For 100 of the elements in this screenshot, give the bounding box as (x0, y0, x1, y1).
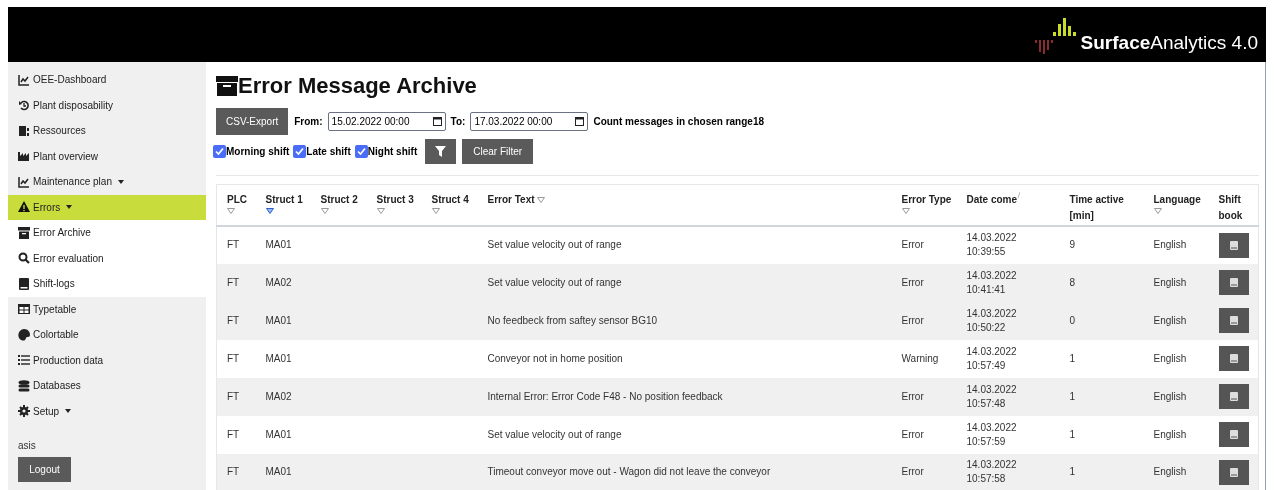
sidebar-item[interactable]: Typetable (8, 296, 206, 322)
checkbox-label: Night shift (367, 145, 418, 159)
table-cell-text: 14.03.2022 10:57:48 (966, 382, 1018, 411)
table-cell: MA01 (265, 428, 292, 440)
table-cell: Error (901, 314, 924, 326)
sidebar-item[interactable]: Ressources (8, 118, 206, 144)
filter-icon[interactable] (536, 197, 545, 203)
sidebar-item[interactable]: OEE-Dashboard (8, 67, 206, 93)
column-header: Struct 1 (265, 194, 303, 205)
table-cell: English (1153, 352, 1187, 364)
page-title: Error Message Archive (238, 75, 477, 97)
table-cell: MA01 (265, 239, 292, 250)
table-cell: Set value velocity out of range (487, 428, 622, 440)
table-cell-text: 14.03.2022 10:39:55 (966, 231, 1018, 259)
filter-icon[interactable] (320, 208, 329, 214)
table-cell: Error (901, 428, 924, 440)
table-cell-text: 14.03.2022 10:57:58 (966, 458, 1018, 487)
table-cell: English (1153, 239, 1187, 250)
filter-icon[interactable] (901, 208, 910, 214)
table-cell: MA02 (265, 390, 292, 402)
shift-book-button[interactable] (1218, 422, 1249, 447)
sidebar-item[interactable]: Maintenance plan (8, 169, 206, 195)
to-date-field[interactable]: 17.03.2022 00:00 (470, 112, 589, 131)
book-icon (1229, 240, 1238, 250)
search-icon (18, 252, 30, 265)
column-header: Time active [min] (1069, 194, 1124, 221)
factory-icon (18, 150, 30, 163)
table-cell: English (1153, 314, 1187, 326)
filter-icon[interactable] (265, 208, 274, 214)
filter-icon[interactable] (1153, 208, 1162, 214)
user-name: asis (18, 439, 37, 453)
table-cell: MA01 (265, 352, 292, 364)
table-cell: MA01 (265, 314, 292, 326)
table-cell: Timeout conveyor move out - Wagon did not leave the conveyor (487, 466, 771, 478)
table-cell: MA01 (265, 466, 292, 478)
table-cell-text: 14.03.2022 10:41:41 (966, 268, 1018, 297)
calendar-icon (432, 117, 442, 126)
sidebar-item[interactable]: Production data (8, 347, 206, 373)
column-header: Shift book (1218, 194, 1243, 221)
logo-icon (1034, 15, 1079, 54)
table-cell: Internal Error: Error Code F48 - No position feedback (487, 390, 723, 402)
sidebar-item[interactable]: Databases (8, 373, 206, 399)
list-icon (18, 354, 30, 367)
filter-icon[interactable] (431, 208, 440, 214)
checkbox-label: Late shift (306, 145, 351, 159)
column-header: Struct 2 (320, 194, 358, 205)
table-cell: Set value velocity out of range (487, 239, 622, 250)
table-cell: 8 (1069, 276, 1076, 288)
logout-button[interactable]: Logout (18, 457, 71, 482)
table-cell: English (1153, 428, 1187, 440)
shift-book-button[interactable] (1218, 384, 1249, 409)
column-header: Struct 3 (376, 194, 414, 205)
shift-book-button[interactable] (1218, 270, 1249, 295)
from-date-field[interactable]: 15.02.2022 00:00 (327, 112, 446, 131)
calendar-icon (575, 117, 585, 126)
brand-name: SurfaceAnalytics 4.0 (1080, 32, 1258, 52)
filter-button[interactable] (425, 139, 457, 164)
shift-book-button[interactable] (1218, 346, 1249, 371)
column-header: Language (1153, 194, 1201, 205)
submenu-item[interactable]: Error evaluation (8, 245, 206, 271)
table-cell: 1 (1069, 466, 1076, 478)
filter-icon[interactable] (376, 208, 385, 214)
column-header: Error Text (487, 194, 535, 205)
table-cell: No feedbeck from saftey sensor BG10 (487, 314, 658, 326)
submenu-item[interactable]: Shift-logs (8, 271, 206, 297)
from-label: From: (294, 115, 323, 129)
table-cell: Conveyor not in home position (487, 352, 623, 364)
book-icon (1229, 392, 1238, 401)
table-cell: 1 (1069, 428, 1076, 440)
table-cell: FT (227, 239, 240, 250)
shift-book-button[interactable] (1218, 308, 1249, 333)
shift-book-button[interactable] (1218, 459, 1249, 485)
csv-export-button[interactable]: CSV-Export (216, 108, 289, 135)
chart-icon (18, 175, 30, 188)
table-cell: 1 (1069, 352, 1076, 364)
table-cell: FT (227, 276, 240, 288)
table-cell: English (1153, 466, 1187, 478)
filter-icon[interactable] (227, 208, 235, 214)
checkbox[interactable] (354, 145, 368, 158)
warning-icon (18, 201, 30, 214)
book-icon (18, 277, 30, 290)
submenu-item[interactable]: Error Archive (8, 220, 206, 246)
table-icon (18, 303, 30, 316)
table-cell: Error (901, 466, 924, 478)
table-cell: Error (901, 239, 924, 250)
column-header: Date come (966, 194, 1018, 205)
clear-filter-button[interactable]: Clear Filter (462, 139, 534, 164)
sidebar-item[interactable]: Plant overview (8, 143, 206, 169)
checkbox[interactable] (293, 145, 307, 158)
sidebar-item[interactable]: Setup (8, 398, 206, 424)
checkbox[interactable] (213, 145, 226, 158)
sidebar-item[interactable]: Errors (8, 194, 206, 220)
book-icon (1229, 354, 1238, 363)
sidebar-item[interactable]: Colortable (8, 322, 206, 348)
shift-book-button[interactable] (1218, 232, 1249, 258)
sidebar-item[interactable]: Plant disposability (8, 92, 206, 118)
table-cell-text: 14.03.2022 10:57:59 (966, 420, 1018, 449)
settings-icon (18, 405, 30, 418)
table-cell-text: 14.03.2022 10:57:49 (966, 344, 1018, 373)
table-cell: MA02 (265, 276, 292, 288)
